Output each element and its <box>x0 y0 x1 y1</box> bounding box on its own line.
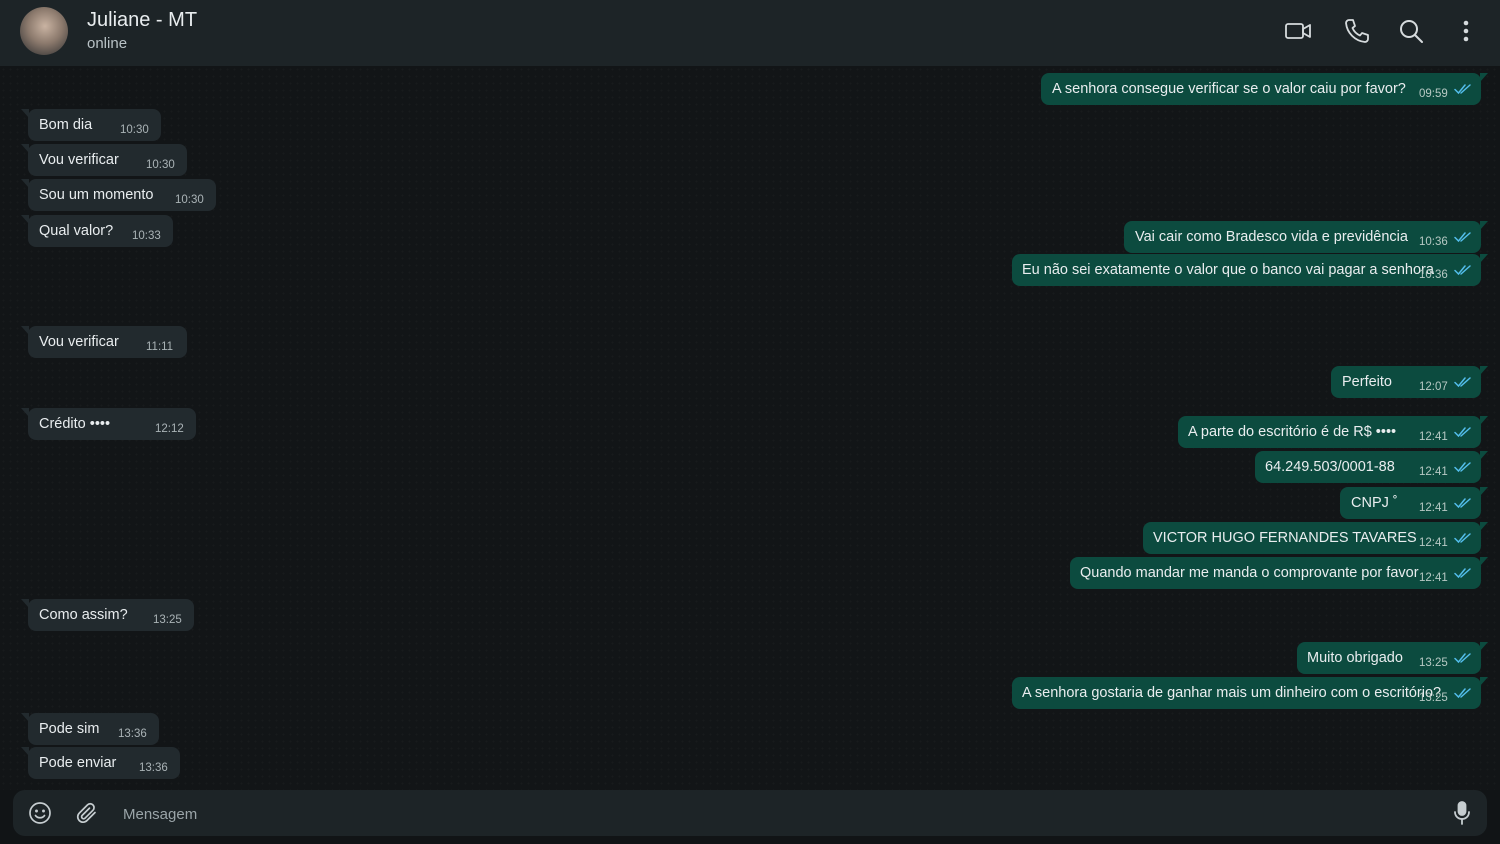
message-text: A parte do escritório é de R$ •••• <box>1188 424 1397 440</box>
message-incoming[interactable]: Vou verificar 10:30 <box>21 144 187 176</box>
attach-icon[interactable] <box>75 801 99 825</box>
menu-icon[interactable] <box>1452 17 1480 45</box>
message-outgoing[interactable]: A parte do escritório é de R$ •••• 12:41 <box>1178 416 1488 448</box>
contact-name[interactable]: Juliane - MT <box>87 9 197 32</box>
message-incoming[interactable]: Pode sim 13:36 <box>21 713 159 745</box>
message-text: Como assim? <box>39 607 128 623</box>
message-text: Pode enviar <box>39 755 117 771</box>
message-time: 12:07 <box>1419 381 1448 393</box>
message-text: Qual valor? <box>39 223 114 239</box>
message-text: Vai cair como Bradesco vida e previdênci… <box>1135 229 1408 245</box>
message-text: Perfeito <box>1342 374 1392 390</box>
message-outgoing[interactable]: Vai cair como Bradesco vida e previdênci… <box>1124 221 1488 253</box>
voice-call-icon[interactable] <box>1343 17 1371 45</box>
message-time: 12:41 <box>1419 572 1448 584</box>
message-time: 12:41 <box>1419 466 1448 478</box>
message-outgoing[interactable]: Muito obrigado 13:25 <box>1297 642 1488 674</box>
search-icon[interactable] <box>1397 17 1425 45</box>
read-receipt-icon <box>1454 426 1472 438</box>
message-text: Quando mandar me manda o comprovante por… <box>1080 565 1419 581</box>
message-incoming[interactable]: Como assim? 13:25 <box>21 599 194 631</box>
message-outgoing[interactable]: CNPJ ˚ 12:41 <box>1340 487 1488 519</box>
message-time: 10:30 <box>175 194 204 206</box>
message-text: A senhora consegue verificar se o valor … <box>1052 81 1406 97</box>
read-receipt-icon <box>1454 497 1472 509</box>
mic-icon[interactable] <box>1450 800 1474 826</box>
message-text: Pode sim <box>39 721 100 737</box>
read-receipt-icon <box>1454 231 1472 243</box>
message-outgoing[interactable]: VICTOR HUGO FERNANDES TAVARES 12:41 <box>1143 522 1488 554</box>
message-incoming[interactable]: Crédito •••• 12:12 <box>21 408 196 440</box>
message-text: Crédito •••• <box>39 416 111 432</box>
message-incoming[interactable]: Sou um momento 10:30 <box>21 179 216 211</box>
message-time: 10:33 <box>132 230 161 242</box>
read-receipt-icon <box>1454 567 1472 579</box>
message-time: 13:36 <box>139 762 168 774</box>
message-time: 12:12 <box>155 423 184 435</box>
message-incoming[interactable]: Vou verificar 11:11 <box>21 326 187 358</box>
message-text: Bom dia <box>39 117 93 133</box>
message-outgoing[interactable]: A senhora gostaria de ganhar mais um din… <box>1012 677 1488 709</box>
message-list[interactable]: A senhora consegue verificar se o valor … <box>0 66 1500 790</box>
contact-avatar[interactable] <box>20 7 68 55</box>
message-text: Sou um momento <box>39 187 154 203</box>
message-incoming[interactable]: Pode enviar 13:36 <box>21 747 180 779</box>
message-text: CNPJ ˚ <box>1351 495 1398 511</box>
message-outgoing[interactable]: Eu não sei exatamente o valor que o banc… <box>1012 254 1488 286</box>
message-outgoing[interactable]: Perfeito 12:07 <box>1331 366 1488 398</box>
message-time: 10:30 <box>120 124 149 136</box>
read-receipt-icon <box>1454 652 1472 664</box>
contact-status: online <box>87 35 128 52</box>
message-time: 12:41 <box>1419 502 1448 514</box>
read-receipt-icon <box>1454 461 1472 473</box>
message-time: 13:25 <box>153 614 182 626</box>
video-call-icon[interactable] <box>1284 17 1312 45</box>
message-text: 64.249.503/0001-88 <box>1265 459 1395 475</box>
message-time: 11:11 <box>146 341 174 353</box>
message-input[interactable] <box>121 798 1425 830</box>
message-text: VICTOR HUGO FERNANDES TAVARES <box>1153 530 1417 546</box>
message-time: 12:41 <box>1419 431 1448 443</box>
read-receipt-icon <box>1454 532 1472 544</box>
message-time: 13:25 <box>1419 657 1448 669</box>
read-receipt-icon <box>1454 376 1472 388</box>
message-outgoing[interactable]: Quando mandar me manda o comprovante por… <box>1070 557 1488 589</box>
read-receipt-icon <box>1454 83 1472 95</box>
message-text: Eu não sei exatamente o valor que o banc… <box>1022 262 1434 278</box>
message-time: 09:59 <box>1419 88 1448 100</box>
message-text: Vou verificar <box>39 152 119 168</box>
message-time: 10:30 <box>146 159 175 171</box>
message-text: Vou verificar <box>39 334 119 350</box>
message-incoming[interactable]: Bom dia 10:30 <box>21 109 161 141</box>
message-time: 13:36 <box>118 728 147 740</box>
read-receipt-icon <box>1454 687 1472 699</box>
chat-header: Juliane - MT online <box>0 0 1500 66</box>
read-receipt-icon <box>1454 264 1472 276</box>
message-time: 13:25 <box>1419 692 1448 704</box>
emoji-icon[interactable] <box>28 801 52 825</box>
message-outgoing[interactable]: A senhora consegue verificar se o valor … <box>1041 73 1488 105</box>
message-text: Muito obrigado <box>1307 650 1403 666</box>
message-outgoing[interactable]: 64.249.503/0001-88 12:41 <box>1255 451 1488 483</box>
message-time: 12:41 <box>1419 537 1448 549</box>
message-composer <box>13 790 1487 836</box>
message-text: A senhora gostaria de ganhar mais um din… <box>1022 685 1442 701</box>
message-incoming[interactable]: Qual valor? 10:33 <box>21 215 173 247</box>
message-time: 10:36 <box>1419 269 1448 281</box>
